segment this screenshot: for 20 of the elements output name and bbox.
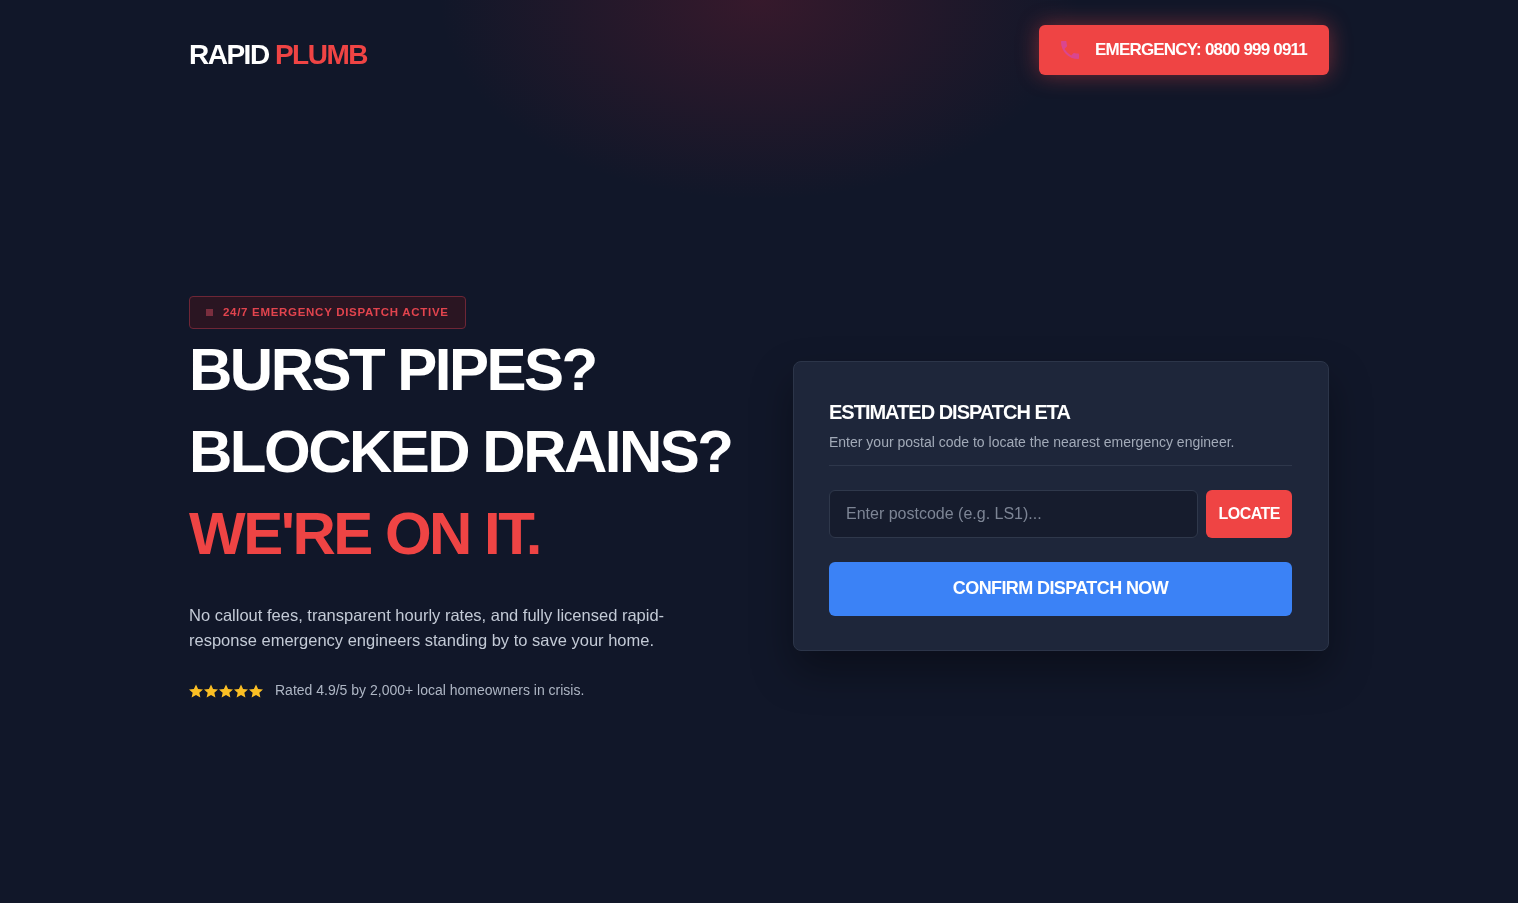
- postcode-field[interactable]: Enter postcode (e.g. LS1)...: [829, 489, 1199, 538]
- star-icon: [219, 683, 233, 698]
- card-title: ESTIMATED DISPATCH ETA: [829, 399, 1072, 424]
- phone-icon: [1061, 41, 1079, 59]
- hero-headline: BURST PIPES?: [189, 335, 597, 406]
- hero-headline: WE'RE ON IT.: [189, 499, 541, 570]
- square-icon: [206, 309, 213, 317]
- hero-headline: BLOCKED DRAINS?: [189, 417, 733, 488]
- rating-text: Rated 4.9/5 by 2,000+ local homeowners in crisis.: [275, 681, 585, 701]
- star-icon: [249, 683, 263, 698]
- star-icon: [189, 683, 203, 698]
- emergency-call-button[interactable]: EMERGENCY: 0800 999 0911: [1039, 25, 1329, 75]
- hero-description: No callout fees, transparent hourly rates, and fully licensed rapid-response emergency engineers standing by to save your home.: [189, 605, 666, 652]
- locate-button[interactable]: LOCATE: [1206, 489, 1292, 538]
- status-badge: 24/7 EMERGENCY DISPATCH ACTIVE: [189, 296, 466, 330]
- card-subtitle: Enter your postal code to locate the nearest emergency engineer.: [829, 432, 1236, 452]
- star-icon: [204, 683, 218, 698]
- brand-logo[interactable]: RAPID PLUMB: [189, 25, 367, 69]
- star-icon: [234, 683, 248, 698]
- confirm-dispatch-button[interactable]: CONFIRM DISPATCH NOW: [829, 561, 1292, 616]
